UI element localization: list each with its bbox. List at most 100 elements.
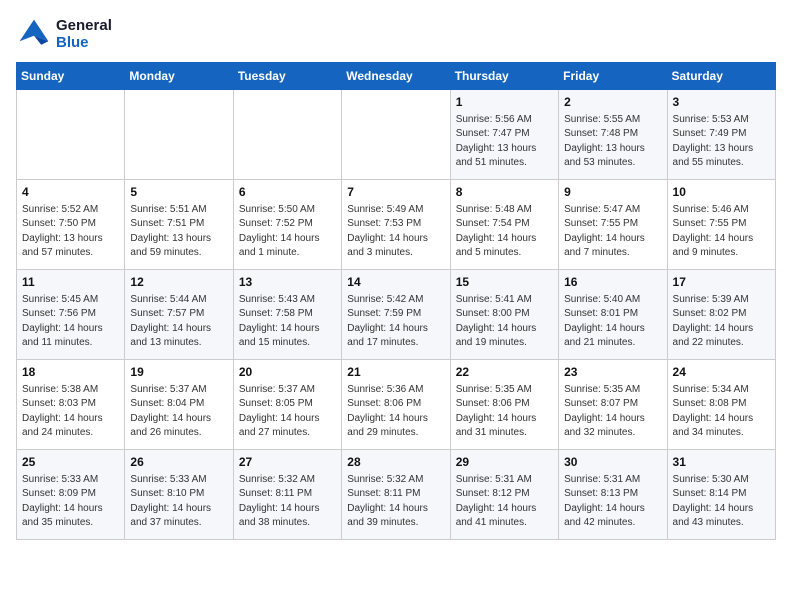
calendar-cell: 13 Sunrise: 5:43 AM Sunset: 7:58 PM Dayli… <box>233 270 341 360</box>
calendar-cell: 10 Sunrise: 5:46 AM Sunset: 7:55 PM Dayli… <box>667 180 775 270</box>
day-number: 23 <box>564 364 661 381</box>
calendar-cell: 8 Sunrise: 5:48 AM Sunset: 7:54 PM Daylig… <box>450 180 558 270</box>
weekday-header-monday: Monday <box>125 63 233 90</box>
day-info: Sunrise: 5:36 AM Sunset: 8:06 PM Dayligh… <box>347 383 444 441</box>
calendar-cell: 14Sunrise: 5:42 AM Sunset: 7:59 PM Dayli… <box>342 270 450 360</box>
calendar-cell: 30 Sunrise: 5:31 AM Sunset: 8:13 PM Dayli… <box>559 450 667 540</box>
day-info: Sunrise: 5:34 AM Sunset: 8:08 PM Dayligh… <box>673 383 770 441</box>
day-number: 29 <box>456 454 553 471</box>
day-number: 27 <box>239 454 336 471</box>
calendar-cell <box>125 90 233 180</box>
day-number: 20 <box>239 364 336 381</box>
day-info: Sunrise: 5:52 AM Sunset: 7:50 PM Dayligh… <box>22 203 119 261</box>
calendar-cell <box>233 90 341 180</box>
calendar-week-2: 4 Sunrise: 5:52 AM Sunset: 7:50 PM Daylig… <box>17 180 776 270</box>
day-number: 9 <box>564 184 661 201</box>
day-number: 8 <box>456 184 553 201</box>
day-number: 7 <box>347 184 444 201</box>
day-number: 22 <box>456 364 553 381</box>
calendar-week-3: 11 Sunrise: 5:45 AM Sunset: 7:56 PM Dayli… <box>17 270 776 360</box>
day-info: Sunrise: 5:49 AM Sunset: 7:53 PM Dayligh… <box>347 203 444 261</box>
day-info: Sunrise: 5:30 AM Sunset: 8:14 PM Dayligh… <box>673 473 770 531</box>
day-number: 4 <box>22 184 119 201</box>
day-number: 10 <box>673 184 770 201</box>
day-info: Sunrise: 5:53 AM Sunset: 7:49 PM Dayligh… <box>673 113 770 171</box>
calendar-cell: 28Sunrise: 5:32 AM Sunset: 8:11 PM Dayli… <box>342 450 450 540</box>
day-number: 24 <box>673 364 770 381</box>
calendar-header-row: SundayMondayTuesdayWednesdayThursdayFrid… <box>17 63 776 90</box>
day-number: 25 <box>22 454 119 471</box>
calendar-cell: 20 Sunrise: 5:37 AM Sunset: 8:05 PM Dayli… <box>233 360 341 450</box>
day-info: Sunrise: 5:44 AM Sunset: 7:57 PM Dayligh… <box>130 293 227 351</box>
day-number: 11 <box>22 274 119 291</box>
day-info: Sunrise: 5:48 AM Sunset: 7:54 PM Dayligh… <box>456 203 553 261</box>
day-number: 30 <box>564 454 661 471</box>
day-info: Sunrise: 5:38 AM Sunset: 8:03 PM Dayligh… <box>22 383 119 441</box>
calendar-cell: 19 Sunrise: 5:37 AM Sunset: 8:04 PM Dayli… <box>125 360 233 450</box>
calendar-cell: 7 Sunrise: 5:49 AM Sunset: 7:53 PM Daylig… <box>342 180 450 270</box>
day-info: Sunrise: 5:47 AM Sunset: 7:55 PM Dayligh… <box>564 203 661 261</box>
weekday-header-tuesday: Tuesday <box>233 63 341 90</box>
calendar-cell: 16 Sunrise: 5:40 AM Sunset: 8:01 PM Dayli… <box>559 270 667 360</box>
calendar-cell: 6Sunrise: 5:50 AM Sunset: 7:52 PM Daylig… <box>233 180 341 270</box>
day-info: Sunrise: 5:45 AM Sunset: 7:56 PM Dayligh… <box>22 293 119 351</box>
calendar-cell: 9 Sunrise: 5:47 AM Sunset: 7:55 PM Daylig… <box>559 180 667 270</box>
day-number: 13 <box>239 274 336 291</box>
day-info: Sunrise: 5:56 AM Sunset: 7:47 PM Dayligh… <box>456 113 553 171</box>
day-number: 31 <box>673 454 770 471</box>
day-number: 1 <box>456 94 553 111</box>
day-number: 18 <box>22 364 119 381</box>
calendar-cell: 24 Sunrise: 5:34 AM Sunset: 8:08 PM Dayli… <box>667 360 775 450</box>
day-info: Sunrise: 5:46 AM Sunset: 7:55 PM Dayligh… <box>673 203 770 261</box>
weekday-header-saturday: Saturday <box>667 63 775 90</box>
day-number: 3 <box>673 94 770 111</box>
day-number: 15 <box>456 274 553 291</box>
day-info: Sunrise: 5:43 AM Sunset: 7:58 PM Dayligh… <box>239 293 336 351</box>
day-number: 2 <box>564 94 661 111</box>
calendar-cell: 18 Sunrise: 5:38 AM Sunset: 8:03 PM Dayli… <box>17 360 125 450</box>
day-info: Sunrise: 5:31 AM Sunset: 8:13 PM Dayligh… <box>564 473 661 531</box>
day-number: 17 <box>673 274 770 291</box>
calendar-cell: 15Sunrise: 5:41 AM Sunset: 8:00 PM Dayli… <box>450 270 558 360</box>
day-info: Sunrise: 5:37 AM Sunset: 8:04 PM Dayligh… <box>130 383 227 441</box>
calendar-cell: 22 Sunrise: 5:35 AM Sunset: 8:06 PM Dayli… <box>450 360 558 450</box>
calendar-cell: 23 Sunrise: 5:35 AM Sunset: 8:07 PM Dayli… <box>559 360 667 450</box>
day-info: Sunrise: 5:40 AM Sunset: 8:01 PM Dayligh… <box>564 293 661 351</box>
day-number: 19 <box>130 364 227 381</box>
calendar-cell: 31 Sunrise: 5:30 AM Sunset: 8:14 PM Dayli… <box>667 450 775 540</box>
calendar-cell: 26Sunrise: 5:33 AM Sunset: 8:10 PM Dayli… <box>125 450 233 540</box>
day-number: 12 <box>130 274 227 291</box>
day-number: 28 <box>347 454 444 471</box>
calendar-table: SundayMondayTuesdayWednesdayThursdayFrid… <box>16 62 776 540</box>
calendar-cell: 11 Sunrise: 5:45 AM Sunset: 7:56 PM Dayli… <box>17 270 125 360</box>
calendar-cell: 25Sunrise: 5:33 AM Sunset: 8:09 PM Dayli… <box>17 450 125 540</box>
day-info: Sunrise: 5:35 AM Sunset: 8:06 PM Dayligh… <box>456 383 553 441</box>
calendar-cell: 5 Sunrise: 5:51 AM Sunset: 7:51 PM Daylig… <box>125 180 233 270</box>
weekday-header-thursday: Thursday <box>450 63 558 90</box>
day-info: Sunrise: 5:31 AM Sunset: 8:12 PM Dayligh… <box>456 473 553 531</box>
calendar-cell: 27 Sunrise: 5:32 AM Sunset: 8:11 PM Dayli… <box>233 450 341 540</box>
day-number: 16 <box>564 274 661 291</box>
day-info: Sunrise: 5:42 AM Sunset: 7:59 PM Dayligh… <box>347 293 444 351</box>
calendar-week-4: 18 Sunrise: 5:38 AM Sunset: 8:03 PM Dayli… <box>17 360 776 450</box>
day-info: Sunrise: 5:35 AM Sunset: 8:07 PM Dayligh… <box>564 383 661 441</box>
logo-text: General Blue <box>56 17 112 51</box>
page-header: General Blue <box>16 16 776 52</box>
day-number: 5 <box>130 184 227 201</box>
calendar-cell: 17Sunrise: 5:39 AM Sunset: 8:02 PM Dayli… <box>667 270 775 360</box>
calendar-cell: 21Sunrise: 5:36 AM Sunset: 8:06 PM Dayli… <box>342 360 450 450</box>
logo: General Blue <box>16 16 112 52</box>
day-info: Sunrise: 5:37 AM Sunset: 8:05 PM Dayligh… <box>239 383 336 441</box>
weekday-header-wednesday: Wednesday <box>342 63 450 90</box>
day-info: Sunrise: 5:51 AM Sunset: 7:51 PM Dayligh… <box>130 203 227 261</box>
calendar-cell: 29 Sunrise: 5:31 AM Sunset: 8:12 PM Dayli… <box>450 450 558 540</box>
day-info: Sunrise: 5:55 AM Sunset: 7:48 PM Dayligh… <box>564 113 661 171</box>
calendar-cell: 4 Sunrise: 5:52 AM Sunset: 7:50 PM Daylig… <box>17 180 125 270</box>
calendar-cell: 2 Sunrise: 5:55 AM Sunset: 7:48 PM Daylig… <box>559 90 667 180</box>
day-info: Sunrise: 5:33 AM Sunset: 8:10 PM Dayligh… <box>130 473 227 531</box>
weekday-header-sunday: Sunday <box>17 63 125 90</box>
day-info: Sunrise: 5:32 AM Sunset: 8:11 PM Dayligh… <box>239 473 336 531</box>
calendar-week-5: 25Sunrise: 5:33 AM Sunset: 8:09 PM Dayli… <box>17 450 776 540</box>
calendar-cell <box>342 90 450 180</box>
day-info: Sunrise: 5:50 AM Sunset: 7:52 PM Dayligh… <box>239 203 336 261</box>
